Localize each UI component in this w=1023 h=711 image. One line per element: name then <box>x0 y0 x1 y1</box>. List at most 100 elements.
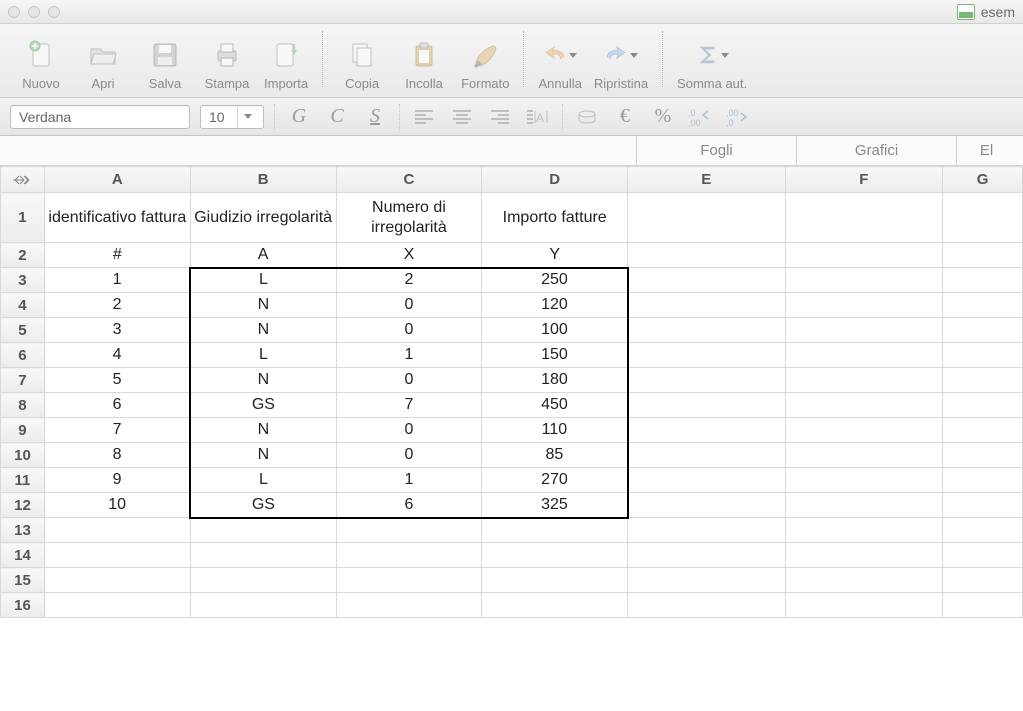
cell[interactable]: 2 <box>44 293 190 318</box>
font-name-combo[interactable] <box>10 105 190 129</box>
cell[interactable] <box>943 518 1023 543</box>
format-button[interactable]: Formato <box>455 36 515 95</box>
column-header-c[interactable]: C <box>336 167 482 193</box>
cell[interactable]: GS <box>190 393 336 418</box>
cell[interactable] <box>44 568 190 593</box>
row-header[interactable]: 2 <box>1 243 45 268</box>
cell[interactable]: # <box>44 243 190 268</box>
chevron-down-icon[interactable] <box>237 106 255 128</box>
percent-button[interactable]: % <box>649 104 677 130</box>
cell[interactable]: 6 <box>336 493 482 518</box>
euro-button[interactable]: € <box>611 104 639 130</box>
cell[interactable]: 85 <box>482 443 628 468</box>
cell[interactable] <box>785 468 943 493</box>
cell[interactable] <box>628 518 786 543</box>
cell[interactable] <box>336 568 482 593</box>
cell[interactable] <box>943 468 1023 493</box>
cell[interactable]: L <box>190 468 336 493</box>
cell[interactable] <box>44 543 190 568</box>
import-button[interactable]: Importa <box>258 36 314 95</box>
bold-button[interactable]: G <box>285 104 313 130</box>
cell[interactable] <box>785 518 943 543</box>
row-header[interactable]: 14 <box>1 543 45 568</box>
tab-el[interactable]: El <box>956 136 1016 165</box>
cell[interactable] <box>943 368 1023 393</box>
cell[interactable]: 1 <box>44 268 190 293</box>
row-header[interactable]: 9 <box>1 418 45 443</box>
cell[interactable] <box>190 568 336 593</box>
cell[interactable] <box>628 418 786 443</box>
cell[interactable] <box>628 343 786 368</box>
cell[interactable] <box>628 568 786 593</box>
cell[interactable]: N <box>190 443 336 468</box>
cell[interactable]: 1 <box>336 468 482 493</box>
cell[interactable] <box>628 268 786 293</box>
cell[interactable]: 120 <box>482 293 628 318</box>
cell[interactable] <box>785 243 943 268</box>
cell[interactable] <box>785 368 943 393</box>
cell[interactable] <box>943 193 1023 243</box>
cell[interactable]: 180 <box>482 368 628 393</box>
new-button[interactable]: Nuovo <box>10 36 72 95</box>
column-header-d[interactable]: D <box>482 167 628 193</box>
cell[interactable] <box>482 543 628 568</box>
cell[interactable] <box>628 293 786 318</box>
cell[interactable]: 0 <box>336 293 482 318</box>
cell[interactable]: 8 <box>44 443 190 468</box>
currency-format-button[interactable] <box>573 104 601 130</box>
cell[interactable] <box>628 393 786 418</box>
cell[interactable]: N <box>190 418 336 443</box>
tab-grafici[interactable]: Grafici <box>796 136 956 165</box>
cell[interactable] <box>785 568 943 593</box>
cell[interactable] <box>943 293 1023 318</box>
row-header[interactable]: 13 <box>1 518 45 543</box>
zoom-window-button[interactable] <box>48 6 60 18</box>
cell[interactable]: identificativo fattura <box>44 193 190 243</box>
cell[interactable] <box>785 293 943 318</box>
column-header-g[interactable]: G <box>943 167 1023 193</box>
cell[interactable] <box>482 568 628 593</box>
cell[interactable]: 0 <box>336 318 482 343</box>
autosum-button[interactable]: Somma aut. <box>671 36 753 95</box>
cell[interactable]: 110 <box>482 418 628 443</box>
select-all-corner[interactable] <box>1 167 45 193</box>
cell[interactable] <box>785 193 943 243</box>
row-header[interactable]: 12 <box>1 493 45 518</box>
row-header[interactable]: 7 <box>1 368 45 393</box>
cell[interactable] <box>190 593 336 618</box>
cell[interactable]: 100 <box>482 318 628 343</box>
copy-button[interactable]: Copia <box>331 36 393 95</box>
cell[interactable] <box>628 193 786 243</box>
undo-button[interactable]: Annulla <box>532 36 587 95</box>
cell[interactable]: 10 <box>44 493 190 518</box>
print-button[interactable]: Stampa <box>196 36 258 95</box>
spreadsheet-area[interactable]: A B C D E F G 1identificativo fatturaGiu… <box>0 166 1023 711</box>
font-size-input[interactable] <box>201 109 237 125</box>
cell[interactable]: L <box>190 268 336 293</box>
cell[interactable]: GS <box>190 493 336 518</box>
underline-button[interactable]: S <box>361 104 389 130</box>
cell[interactable]: 9 <box>44 468 190 493</box>
row-header[interactable]: 6 <box>1 343 45 368</box>
cell[interactable] <box>482 518 628 543</box>
row-header[interactable]: 16 <box>1 593 45 618</box>
cell[interactable] <box>190 518 336 543</box>
cell[interactable]: 0 <box>336 418 482 443</box>
cell[interactable] <box>336 518 482 543</box>
cell[interactable] <box>482 593 628 618</box>
cell[interactable]: 2 <box>336 268 482 293</box>
align-center-button[interactable] <box>448 104 476 130</box>
font-size-combo[interactable] <box>200 105 264 129</box>
paste-button[interactable]: Incolla <box>393 36 455 95</box>
cell[interactable] <box>628 493 786 518</box>
increase-decimal-button[interactable]: ,00,0 <box>725 104 753 130</box>
cell[interactable] <box>44 593 190 618</box>
cell[interactable]: 1 <box>336 343 482 368</box>
cell[interactable]: 5 <box>44 368 190 393</box>
row-header[interactable]: 8 <box>1 393 45 418</box>
cell[interactable] <box>785 443 943 468</box>
minimize-window-button[interactable] <box>28 6 40 18</box>
cell[interactable]: 150 <box>482 343 628 368</box>
redo-button[interactable]: Ripristina <box>588 36 654 95</box>
cell[interactable]: N <box>190 318 336 343</box>
